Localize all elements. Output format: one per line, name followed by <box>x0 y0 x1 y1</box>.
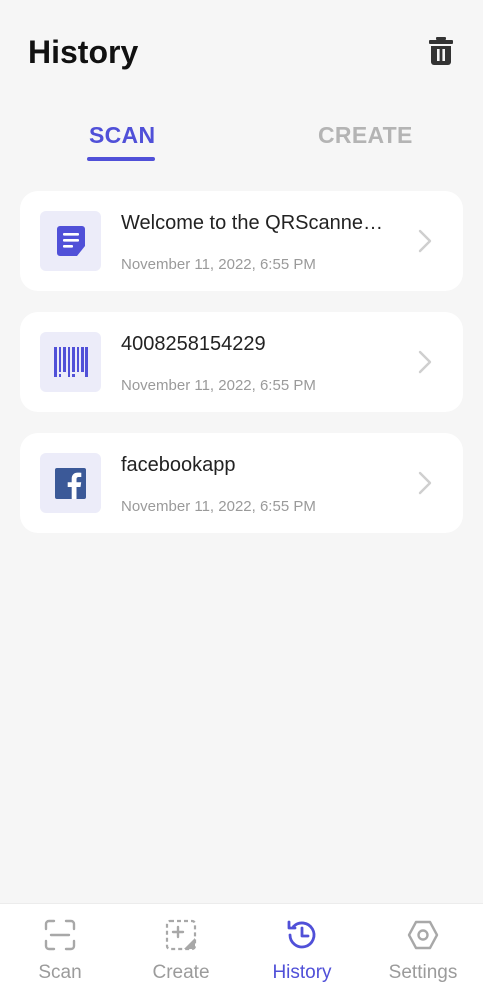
page-title: History <box>28 34 139 70</box>
settings-icon <box>407 920 439 950</box>
history-screen: History SCAN CREATE Welcome to the QRSca… <box>0 0 483 1001</box>
item-date: November 11, 2022, 6:55 PM <box>121 498 316 515</box>
bottom-navigation: Scan Create History Settings <box>0 903 483 1001</box>
history-icon <box>287 920 316 949</box>
nav-label: Scan <box>38 962 82 983</box>
history-item[interactable]: 4008258154229 November 11, 2022, 6:55 PM <box>20 312 463 412</box>
tab-create[interactable]: CREATE <box>318 122 413 149</box>
nav-scan[interactable]: Scan <box>0 904 120 1001</box>
barcode-icon <box>53 347 88 377</box>
delete-all-button[interactable] <box>424 34 458 68</box>
item-title: 4008258154229 <box>121 333 266 355</box>
nav-label: History <box>272 962 332 983</box>
item-thumbnail <box>40 211 101 271</box>
scan-icon <box>44 919 76 951</box>
item-title: facebookapp <box>121 454 236 476</box>
active-tab-indicator <box>87 157 155 161</box>
item-title: Welcome to the QRScanne… <box>121 212 383 234</box>
history-item[interactable]: facebookapp November 11, 2022, 6:55 PM <box>20 433 463 533</box>
item-thumbnail <box>40 332 101 392</box>
text-note-icon <box>56 226 85 256</box>
tab-bar: SCAN CREATE <box>0 112 483 166</box>
chevron-right-icon <box>418 229 432 253</box>
nav-create[interactable]: Create <box>121 904 241 1001</box>
header: History <box>0 0 483 100</box>
history-list: Welcome to the QRScanne… November 11, 20… <box>20 191 463 554</box>
tab-scan[interactable]: SCAN <box>89 122 155 149</box>
item-date: November 11, 2022, 6:55 PM <box>121 256 316 273</box>
history-item[interactable]: Welcome to the QRScanne… November 11, 20… <box>20 191 463 291</box>
chevron-right-icon <box>418 350 432 374</box>
nav-history[interactable]: History <box>242 904 362 1001</box>
nav-settings[interactable]: Settings <box>363 904 483 1001</box>
nav-label: Create <box>152 962 210 983</box>
nav-label: Settings <box>388 962 458 983</box>
item-date: November 11, 2022, 6:55 PM <box>121 377 316 394</box>
facebook-icon <box>55 467 86 499</box>
create-icon <box>165 919 197 951</box>
item-thumbnail <box>40 453 101 513</box>
chevron-right-icon <box>418 471 432 495</box>
trash-icon <box>429 37 453 65</box>
